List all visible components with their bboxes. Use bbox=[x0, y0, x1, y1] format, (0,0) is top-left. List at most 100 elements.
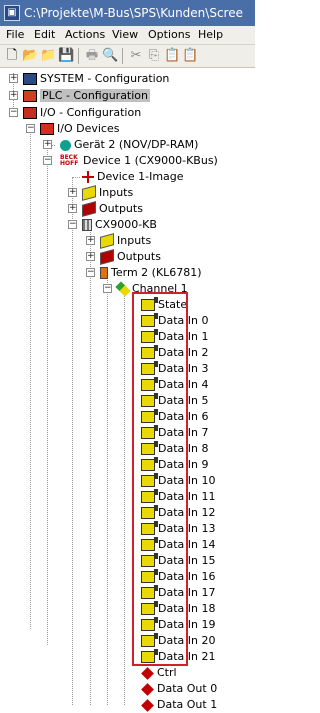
expand-toggle[interactable]: + bbox=[43, 140, 52, 149]
tree-node-input-variable[interactable]: Data In 11 bbox=[141, 489, 215, 505]
collapse-toggle[interactable]: − bbox=[9, 108, 18, 117]
tree-node-label: Channel 1 bbox=[132, 282, 188, 295]
tree-node-input-variable[interactable]: Data In 16 bbox=[141, 569, 215, 585]
tree-node-label: Data In 19 bbox=[158, 618, 216, 631]
terminal-icon bbox=[100, 267, 108, 279]
open-icon[interactable]: 📂 bbox=[22, 48, 38, 64]
print-preview-icon[interactable]: 🔍 bbox=[102, 48, 118, 64]
tree-node-label: Data In 9 bbox=[158, 458, 209, 471]
input-variable-icon bbox=[141, 617, 158, 631]
tree-node-input-variable[interactable]: Data In 12 bbox=[141, 505, 215, 521]
input-variable-icon bbox=[141, 297, 158, 311]
expand-toggle[interactable]: + bbox=[68, 204, 77, 213]
expand-toggle[interactable]: + bbox=[9, 91, 18, 100]
window-title: C:\Projekte\M-Bus\SPS\Kunden\Scree bbox=[24, 6, 243, 20]
expand-toggle[interactable]: + bbox=[86, 252, 95, 261]
toolbar: 🗋 📂 📁 💾 🖶 🔍 ✂ ⎘ 📋 📋 bbox=[0, 45, 255, 68]
tree-node-label: Data In 16 bbox=[158, 570, 216, 583]
input-variable-icon bbox=[141, 489, 158, 503]
tree-node-input-variable[interactable]: Data In 0 bbox=[141, 313, 208, 329]
tree-node-input-variable[interactable]: Data In 14 bbox=[141, 537, 215, 553]
tree-node-label: Data In 15 bbox=[158, 554, 216, 567]
tree-node-label: Data In 7 bbox=[158, 426, 209, 439]
tree-node-input-variable[interactable]: Data In 17 bbox=[141, 585, 215, 601]
tree-node-label: Inputs bbox=[117, 234, 152, 247]
tree-node-input-variable[interactable]: Data In 7 bbox=[141, 425, 208, 441]
menu-file[interactable]: File bbox=[6, 28, 24, 42]
tree-node-label: Ctrl bbox=[157, 666, 177, 679]
tree-node-input-variable[interactable]: Data In 15 bbox=[141, 553, 215, 569]
tree-node-input-variable[interactable]: Data In 4 bbox=[141, 377, 208, 393]
tree-node-data-out-0[interactable]: Data Out 0 bbox=[141, 681, 217, 697]
tree-node-label: I/O Devices bbox=[57, 122, 120, 135]
tree-node-data-out-1[interactable]: Data Out 1 bbox=[141, 697, 217, 713]
input-variable-icon bbox=[141, 473, 158, 487]
tree-node-input-variable[interactable]: Data In 19 bbox=[141, 617, 215, 633]
tree-node-input-variable[interactable]: Data In 3 bbox=[141, 361, 208, 377]
channel-icon bbox=[115, 281, 131, 297]
tree-node-input-variable[interactable]: Data In 1 bbox=[141, 329, 208, 345]
collapse-toggle[interactable]: − bbox=[86, 268, 95, 277]
expand-toggle[interactable]: + bbox=[68, 188, 77, 197]
io-devices-icon bbox=[40, 123, 54, 135]
terminal-coupler-icon bbox=[82, 219, 92, 231]
collapse-toggle[interactable]: − bbox=[103, 284, 112, 293]
save-folder-icon[interactable]: 📁 bbox=[40, 48, 56, 64]
tree-line bbox=[124, 289, 125, 705]
menu-options[interactable]: Options bbox=[148, 28, 190, 42]
outputs-folder-icon bbox=[82, 201, 96, 217]
tree-node-input-variable[interactable]: Data In 5 bbox=[141, 393, 208, 409]
input-variable-icon bbox=[141, 601, 158, 615]
menu-view[interactable]: View bbox=[112, 28, 138, 42]
tree-node-input-variable[interactable]: Data In 2 bbox=[141, 345, 208, 361]
collapse-toggle[interactable]: − bbox=[68, 220, 77, 229]
tree-node-input-variable[interactable]: State bbox=[141, 297, 187, 313]
tree-line bbox=[107, 273, 108, 705]
tree-node-input-variable[interactable]: Data In 9 bbox=[141, 457, 208, 473]
tree-node-label: SYSTEM - Configuration bbox=[40, 72, 170, 85]
tree-node-label: Data In 13 bbox=[158, 522, 216, 535]
input-variable-icon bbox=[141, 393, 158, 407]
paste-special-icon[interactable]: 📋 bbox=[182, 48, 198, 64]
tree-node-input-variable[interactable]: Data In 20 bbox=[141, 633, 215, 649]
input-variable-icon bbox=[141, 313, 158, 327]
tree-node-input-variable[interactable]: Data In 21 bbox=[141, 649, 215, 665]
inputs-folder-icon bbox=[100, 233, 114, 249]
tree-node-label: I/O - Configuration bbox=[40, 106, 142, 119]
tree-view[interactable]: + SYSTEM - Configuration + PLC - Configu… bbox=[0, 68, 255, 712]
new-icon[interactable]: 🗋 bbox=[4, 48, 20, 64]
input-variable-icon bbox=[141, 521, 158, 535]
copy-icon[interactable]: ⎘ bbox=[146, 48, 162, 64]
tree-node-label: Inputs bbox=[99, 186, 134, 199]
collapse-toggle[interactable]: − bbox=[43, 156, 52, 165]
paste-icon[interactable]: 📋 bbox=[164, 48, 180, 64]
tree-node-label: Data In 21 bbox=[158, 650, 216, 663]
tree-node-input-variable[interactable]: Data In 8 bbox=[141, 441, 208, 457]
tree-node-input-variable[interactable]: Data In 13 bbox=[141, 521, 215, 537]
tree-node-label: Data In 12 bbox=[158, 506, 216, 519]
input-variable-icon bbox=[141, 505, 158, 519]
menu-edit[interactable]: Edit bbox=[34, 28, 55, 42]
tree-node-label: Data In 2 bbox=[158, 346, 209, 359]
tree-node-input-variable[interactable]: Data In 18 bbox=[141, 601, 215, 617]
menu-actions[interactable]: Actions bbox=[65, 28, 105, 42]
expand-toggle[interactable]: + bbox=[86, 236, 95, 245]
save-icon[interactable]: 💾 bbox=[58, 48, 74, 64]
tree-node-input-variable[interactable]: Data In 6 bbox=[141, 409, 208, 425]
expand-toggle[interactable]: + bbox=[9, 74, 18, 83]
input-variable-icon bbox=[141, 409, 158, 423]
cut-icon[interactable]: ✂ bbox=[128, 48, 144, 64]
tree-node-ctrl[interactable]: Ctrl bbox=[141, 665, 177, 681]
collapse-toggle[interactable]: − bbox=[26, 124, 35, 133]
input-variable-icon bbox=[141, 361, 158, 375]
tree-node-device-1-image[interactable]: Device 1-Image bbox=[82, 169, 184, 185]
input-variable-icon bbox=[141, 425, 158, 439]
menu-help[interactable]: Help bbox=[198, 28, 223, 42]
geraet-icon bbox=[60, 139, 71, 151]
tree-node-label: Outputs bbox=[99, 202, 143, 215]
tree-node-input-variable[interactable]: Data In 10 bbox=[141, 473, 215, 489]
input-variable-icon bbox=[141, 633, 158, 647]
tree-line bbox=[72, 177, 80, 178]
app-icon: ▣ bbox=[4, 5, 20, 21]
print-icon[interactable]: 🖶 bbox=[84, 48, 100, 64]
